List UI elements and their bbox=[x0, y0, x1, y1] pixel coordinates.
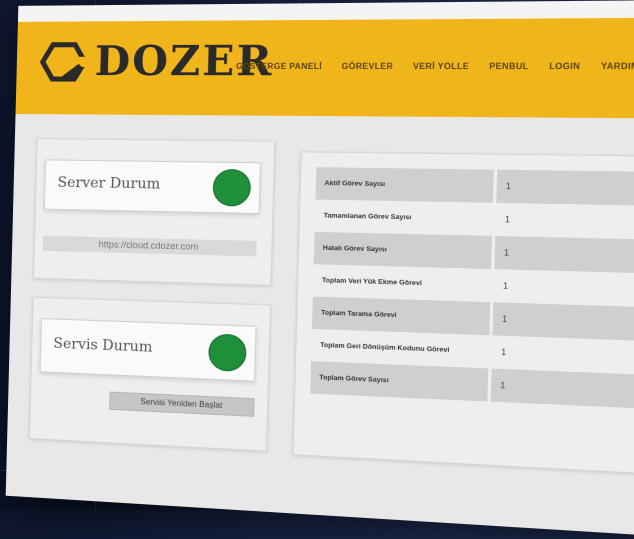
server-url: https://cloud.cdozer.com bbox=[42, 235, 257, 257]
stat-value: 1 bbox=[494, 169, 634, 206]
stat-value: 1 bbox=[493, 202, 634, 240]
server-status-panel: Server Durum https://cloud.cdozer.com bbox=[33, 138, 276, 286]
service-status-title: Servis Durum bbox=[53, 335, 153, 356]
stat-label: Tamamlanan Görev Sayısı bbox=[323, 212, 412, 222]
nav-item-help[interactable]: YARDIM bbox=[601, 61, 634, 71]
server-status-indicator bbox=[212, 168, 252, 207]
nav-item-penbul[interactable]: PENBUL bbox=[489, 62, 529, 72]
nav-item-tasks[interactable]: GÖREVLER bbox=[341, 62, 393, 71]
service-status-panel: Servis Durum Servisi Yeniden Başlat bbox=[28, 296, 271, 452]
stat-value: 1 bbox=[492, 235, 634, 274]
main-nav: GÖSTERGE PANELİ GÖREVLER VERİ YOLLE PENB… bbox=[236, 61, 634, 71]
task-stats-table: Aktif Görev Sayısı 1 Tamamlanan Görev Say… bbox=[310, 167, 634, 409]
stat-value: 1 bbox=[489, 368, 634, 409]
stat-value: 1 bbox=[491, 269, 634, 308]
window-top-strip bbox=[17, 0, 634, 22]
service-status-indicator bbox=[208, 333, 247, 372]
stat-label: Hatalı Görev Sayısı bbox=[313, 231, 494, 270]
server-status-card: Server Durum bbox=[43, 159, 261, 215]
nav-item-login[interactable]: LOGIN bbox=[549, 62, 580, 72]
stat-label: Aktif Görev Sayısı bbox=[315, 167, 496, 203]
task-stats-panel: Aktif Görev Sayısı 1 Tamamlanan Görev Say… bbox=[292, 151, 634, 476]
dashboard-window: DOZER GÖSTERGE PANELİ GÖREVLER VERİ YOLL… bbox=[5, 0, 634, 539]
hexagon-logo-icon bbox=[38, 41, 91, 81]
server-status-title: Server Durum bbox=[57, 174, 161, 193]
nav-item-upload[interactable]: VERİ YOLLE bbox=[413, 62, 469, 72]
header-bar: DOZER GÖSTERGE PANELİ GÖREVLER VERİ YOLL… bbox=[15, 0, 634, 119]
stat-label: Toplam Görev Sayısı bbox=[310, 361, 490, 402]
service-status-card: Servis Durum bbox=[39, 318, 257, 382]
restart-service-button[interactable]: Servisi Yeniden Başlat bbox=[109, 391, 255, 417]
nav-item-dashboard[interactable]: GÖSTERGE PANELİ bbox=[236, 62, 322, 71]
